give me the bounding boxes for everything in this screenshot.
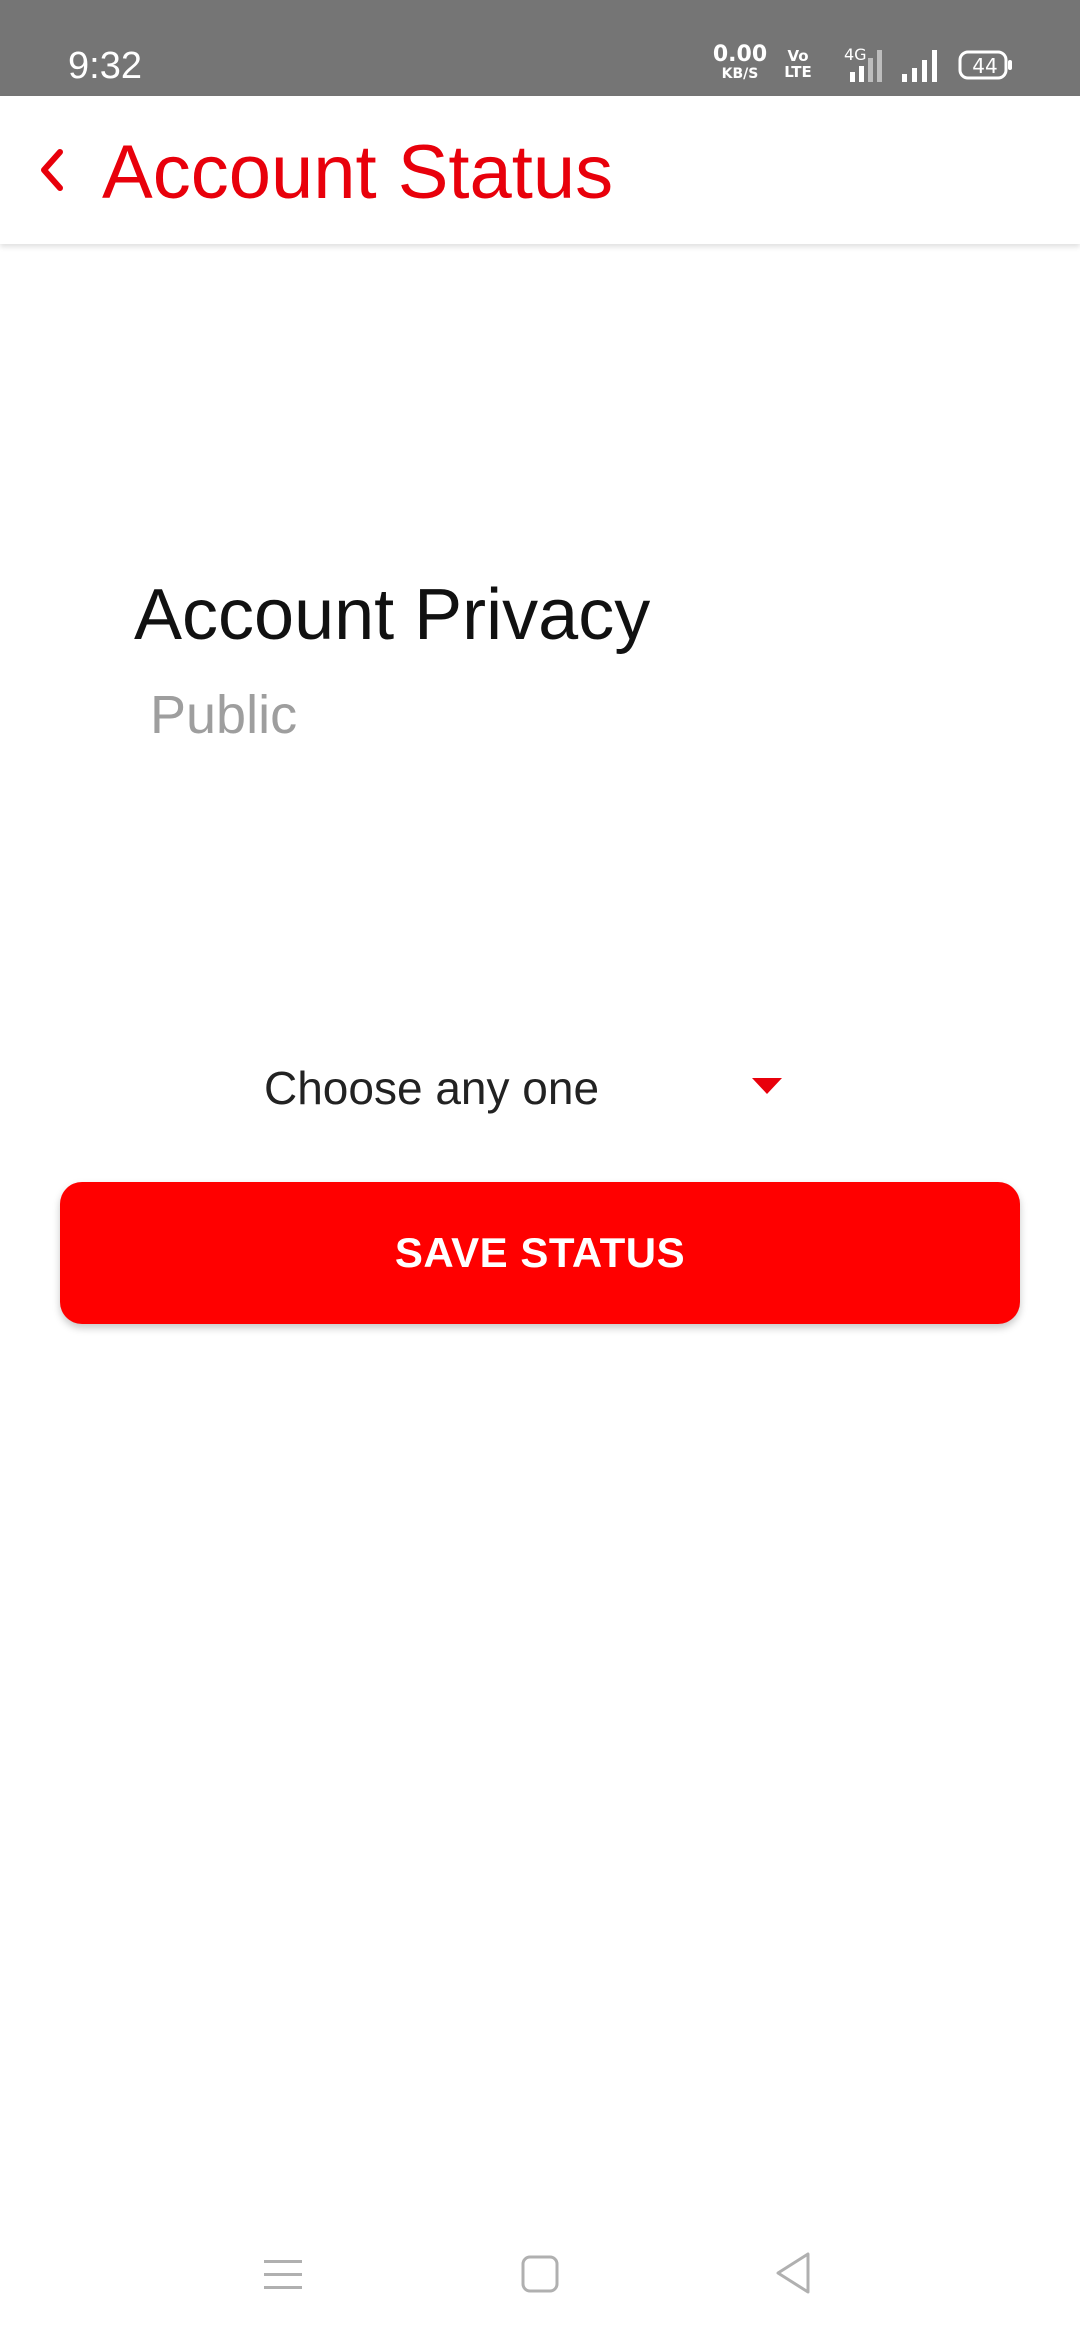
caret-down-icon	[752, 1078, 782, 1094]
privacy-dropdown[interactable]: Choose any one	[230, 1044, 850, 1132]
battery-level: 44	[972, 54, 998, 78]
menu-icon[interactable]	[262, 2256, 304, 2292]
volte-top: Vo	[787, 47, 809, 65]
network-speed-value: 0.00	[712, 42, 768, 67]
back-triangle-icon[interactable]	[772, 2250, 814, 2296]
chevron-left-icon	[41, 149, 63, 191]
page-title: Account Status	[102, 130, 614, 215]
save-status-label: SAVE STATUS	[394, 1229, 686, 1276]
save-status-button[interactable]: SAVE STATUS	[60, 1182, 1020, 1324]
volte-bottom: LTE	[784, 63, 812, 81]
signal-icon	[902, 50, 937, 82]
signal-4g-icon: 4G	[844, 46, 882, 82]
status-time: 9:32	[68, 45, 142, 87]
account-privacy-title: Account Privacy	[134, 575, 651, 655]
network-speed: 0.00 KB/S	[712, 42, 768, 83]
volte-indicator: Vo LTE	[778, 48, 818, 80]
dropdown-selected-label: Choose any one	[264, 1062, 600, 1114]
back-button[interactable]	[28, 138, 76, 202]
status-bar: 9:32 0.00 KB/S Vo LTE 4G 44	[0, 0, 1080, 96]
network-speed-unit: KB/S	[721, 66, 759, 82]
account-privacy-value: Public	[150, 685, 298, 745]
network-type-label: 4G	[844, 46, 867, 64]
home-square-icon[interactable]	[520, 2254, 560, 2294]
